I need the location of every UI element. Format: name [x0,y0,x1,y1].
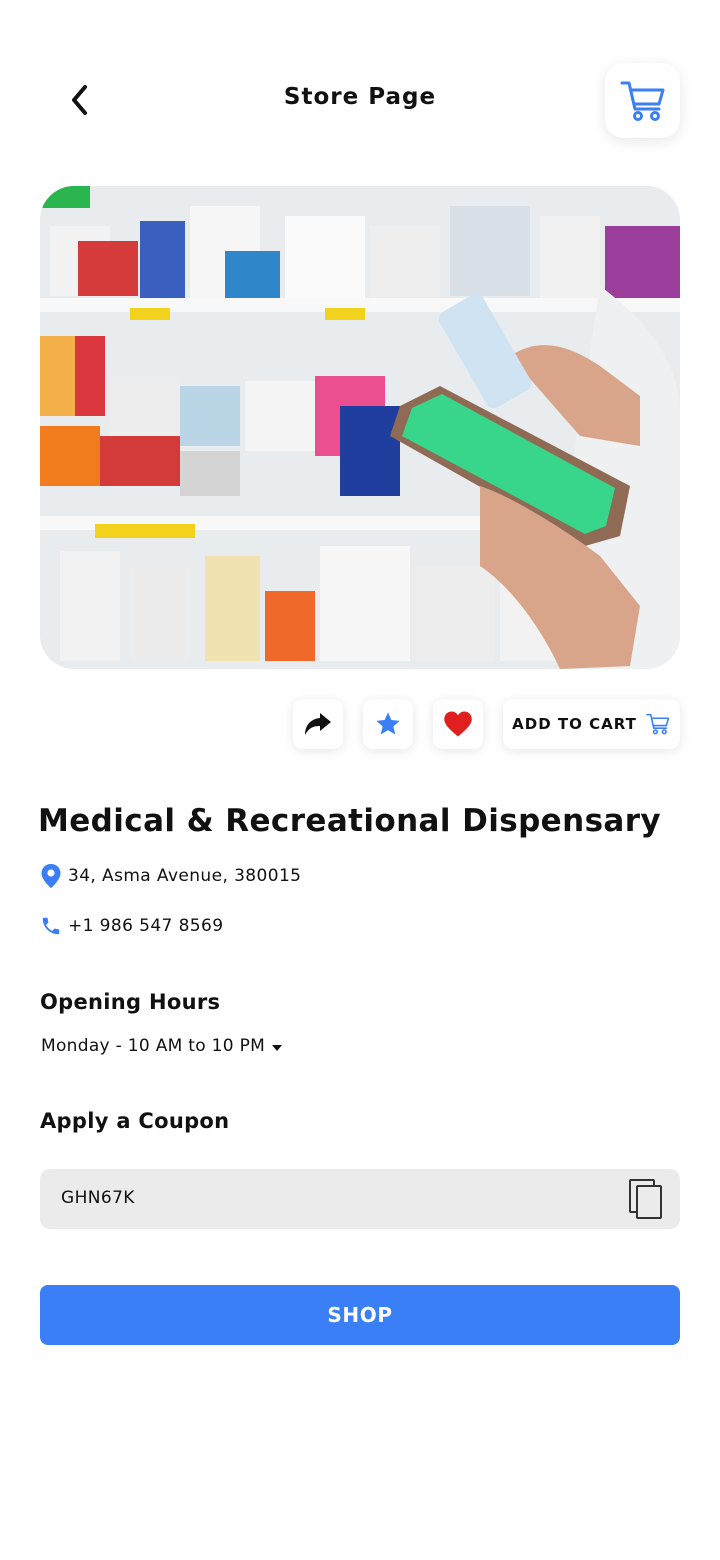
copy-coupon-button[interactable] [626,1177,666,1221]
star-icon [376,712,400,735]
store-phone-text: +1 986 547 8569 [68,916,224,936]
store-hero-image [40,186,680,669]
cart-icon [646,713,670,735]
heart-icon [444,711,472,737]
coupon-code: GHN67K [61,1188,135,1208]
phone-icon [42,917,60,935]
store-phone[interactable]: +1 986 547 8569 [40,915,223,937]
store-name: Medical & Recreational Dispensary [38,803,662,839]
share-button[interactable] [293,699,343,749]
location-pin-icon [41,864,61,888]
store-address-text: 34, Asma Avenue, 380015 [68,866,302,886]
coupon-field[interactable]: GHN67K [40,1169,680,1229]
cart-button[interactable] [605,63,680,138]
opening-hours-dropdown[interactable]: Monday - 10 AM to 10 PM [41,1036,283,1056]
pharmacy-shelves-photo [40,186,680,669]
caret-down-icon [272,1045,283,1051]
header: Store Page [0,0,720,170]
favorite-star-button[interactable] [363,699,413,749]
add-to-cart-label: ADD TO CART [512,715,637,733]
shop-button[interactable]: SHOP [40,1285,680,1345]
opening-hours-heading: Opening Hours [40,990,221,1014]
cart-icon [620,81,664,121]
opening-hours-selected: Monday - 10 AM to 10 PM [41,1036,266,1056]
add-to-cart-button[interactable]: ADD TO CART [503,699,680,749]
copy-icon [629,1179,662,1219]
share-icon [305,713,331,735]
wishlist-heart-button[interactable] [433,699,483,749]
coupon-heading: Apply a Coupon [40,1109,230,1133]
store-address: 34, Asma Avenue, 380015 [40,863,301,889]
action-bar: ADD TO CART [0,699,720,749]
